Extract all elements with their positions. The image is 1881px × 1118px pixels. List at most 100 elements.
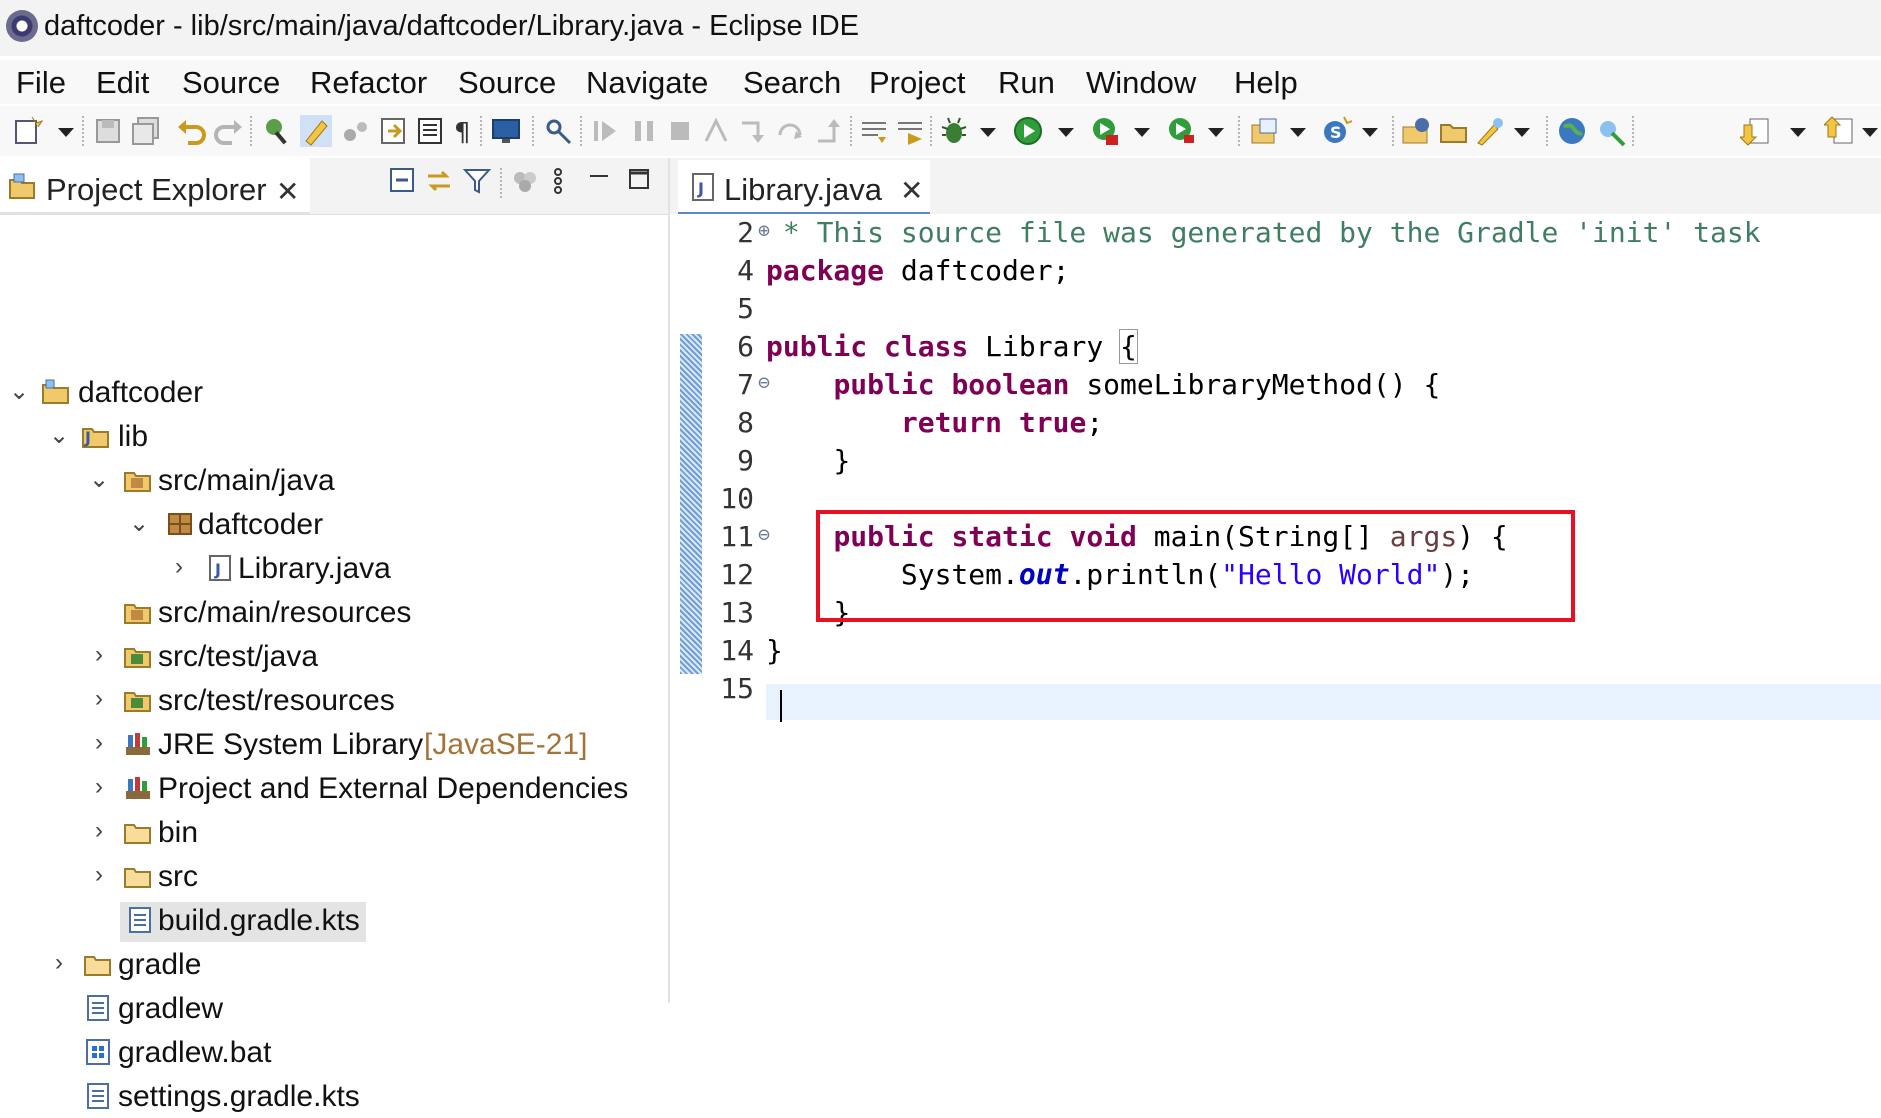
step-into-icon[interactable]	[736, 115, 768, 147]
perspective-icon[interactable]	[1594, 115, 1626, 147]
tab-library-java[interactable]: J Library.java ✕	[678, 160, 930, 216]
focus-on-active-task-icon[interactable]	[510, 166, 540, 196]
new-class-dropdown-icon[interactable]	[1362, 128, 1378, 137]
toggle-mark-occurrences-icon[interactable]	[300, 115, 332, 147]
tree-item-daftcoder-project[interactable]: ⌄ daftcoder	[0, 374, 660, 414]
tree-item-library-java[interactable]: › J Library.java	[0, 550, 660, 590]
skip-breakpoints-icon[interactable]	[542, 115, 574, 147]
maximize-icon[interactable]	[628, 168, 650, 190]
menu-source-2[interactable]: Source	[458, 65, 556, 101]
tree-item-project-dependencies[interactable]: › Project and External Dependencies	[0, 770, 660, 810]
tree-item-lib[interactable]: ⌄ J lib	[0, 418, 660, 458]
chevron-right-icon[interactable]: ›	[88, 773, 110, 801]
menu-file[interactable]: File	[16, 65, 66, 101]
tree-item-jre-system-library[interactable]: › JRE System Library [JavaSE-21]	[0, 726, 660, 766]
collapse-all-icon[interactable]	[388, 166, 418, 196]
next-annotation-icon[interactable]	[378, 115, 410, 147]
new-java-class-icon[interactable]: S	[1320, 115, 1352, 147]
menu-source[interactable]: Source	[182, 65, 280, 101]
tree-item-gradlew-bat[interactable]: gradlew.bat	[0, 1034, 660, 1074]
chevron-down-icon[interactable]: ⌄	[128, 509, 150, 538]
tree-item-src-main-java[interactable]: ⌄ src/main/java	[0, 462, 660, 502]
run-last-tool-icon[interactable]	[1166, 115, 1198, 147]
new-dropdown-icon[interactable]	[58, 128, 74, 137]
new-project-dropdown-icon[interactable]	[1290, 128, 1306, 137]
line-number: 9	[737, 444, 754, 477]
tree-item-bin[interactable]: › bin	[0, 814, 660, 854]
terminate-icon[interactable]	[664, 115, 696, 147]
tree-item-build-gradle-kts[interactable]: build.gradle.kts	[120, 902, 366, 942]
menu-run[interactable]: Run	[998, 65, 1055, 101]
link-with-editor-icon[interactable]	[424, 166, 454, 196]
chevron-down-icon[interactable]: ⌄	[48, 421, 70, 450]
new-wizard-icon[interactable]	[12, 115, 44, 147]
drop-to-frame-icon[interactable]	[858, 115, 890, 147]
menu-window[interactable]: Window	[1086, 65, 1196, 101]
resume-icon[interactable]	[590, 115, 622, 147]
suspend-icon[interactable]	[628, 115, 660, 147]
menu-project[interactable]: Project	[869, 65, 965, 101]
open-type-icon[interactable]	[262, 115, 294, 147]
tree-item-gradlew[interactable]: gradlew	[0, 990, 660, 1030]
block-selection-icon[interactable]	[414, 115, 446, 147]
open-task-icon[interactable]	[1400, 115, 1432, 147]
previous-edit-dropdown-icon[interactable]	[1862, 128, 1878, 137]
chevron-right-icon[interactable]: ›	[168, 553, 190, 581]
code-text: someLibraryMethod() {	[1069, 368, 1441, 401]
close-icon[interactable]: ✕	[900, 174, 923, 207]
save-icon[interactable]	[92, 115, 124, 147]
menu-refactor[interactable]: Refactor	[310, 65, 427, 101]
chevron-right-icon[interactable]: ›	[88, 685, 110, 713]
tree-label: bin	[158, 816, 199, 849]
view-menu-icon[interactable]	[548, 166, 568, 196]
chevron-down-icon[interactable]: ⌄	[8, 377, 30, 406]
menu-help[interactable]: Help	[1234, 65, 1298, 101]
tree-item-src[interactable]: › src	[0, 858, 660, 898]
tree-item-gradle[interactable]: › gradle	[0, 946, 660, 986]
tree-item-src-test-resources[interactable]: › src/test/resources	[0, 682, 660, 722]
external-tools-dropdown-icon[interactable]	[1208, 128, 1224, 137]
chevron-right-icon[interactable]: ›	[88, 641, 110, 669]
tree-label: src/main/java	[158, 464, 335, 497]
chevron-down-icon[interactable]: ⌄	[88, 465, 110, 494]
previous-edit-location-icon[interactable]	[1824, 115, 1856, 147]
use-step-filters-icon[interactable]	[894, 115, 926, 147]
menu-navigate[interactable]: Navigate	[586, 65, 708, 101]
minimize-icon[interactable]	[588, 168, 610, 190]
show-whitespace-icon[interactable]: ¶	[448, 115, 480, 147]
undo-icon[interactable]	[176, 115, 208, 147]
coverage-icon[interactable]	[1090, 115, 1122, 147]
menu-search[interactable]: Search	[743, 65, 841, 101]
globe-icon[interactable]	[1556, 115, 1588, 147]
chevron-right-icon[interactable]: ›	[88, 817, 110, 845]
next-edit-dropdown-icon[interactable]	[1790, 128, 1806, 137]
next-edit-location-icon[interactable]	[1740, 115, 1772, 147]
toggle-breadcrumb-icon[interactable]	[340, 115, 372, 147]
open-console-icon[interactable]	[490, 115, 522, 147]
chevron-right-icon[interactable]: ›	[88, 729, 110, 757]
menu-edit[interactable]: Edit	[96, 65, 149, 101]
save-all-icon[interactable]	[130, 115, 162, 147]
new-java-project-icon[interactable]	[1248, 115, 1280, 147]
tree-item-package-daftcoder[interactable]: ⌄ daftcoder	[0, 506, 660, 546]
tab-project-explorer[interactable]: Project Explorer ✕	[0, 158, 310, 214]
chevron-right-icon[interactable]: ›	[88, 861, 110, 889]
coverage-dropdown-icon[interactable]	[1134, 128, 1150, 137]
step-over-icon[interactable]	[774, 115, 806, 147]
run-dropdown-icon[interactable]	[1058, 128, 1074, 137]
run-icon[interactable]	[1012, 115, 1044, 147]
filter-icon[interactable]	[462, 166, 492, 196]
search-dropdown-icon[interactable]	[1514, 128, 1530, 137]
redo-icon[interactable]	[212, 115, 244, 147]
open-folder-icon[interactable]	[1438, 115, 1470, 147]
tree-item-src-main-resources[interactable]: src/main/resources	[0, 594, 660, 634]
step-return-icon[interactable]	[812, 115, 844, 147]
debug-icon[interactable]	[938, 115, 970, 147]
search-icon[interactable]	[1474, 115, 1506, 147]
disconnect-icon[interactable]	[700, 115, 732, 147]
tree-item-settings-gradle-kts[interactable]: settings.gradle.kts	[0, 1078, 660, 1118]
tree-item-src-test-java[interactable]: › src/test/java	[0, 638, 660, 678]
chevron-right-icon[interactable]: ›	[48, 949, 70, 977]
close-icon[interactable]: ✕	[276, 175, 299, 208]
debug-dropdown-icon[interactable]	[980, 128, 996, 137]
